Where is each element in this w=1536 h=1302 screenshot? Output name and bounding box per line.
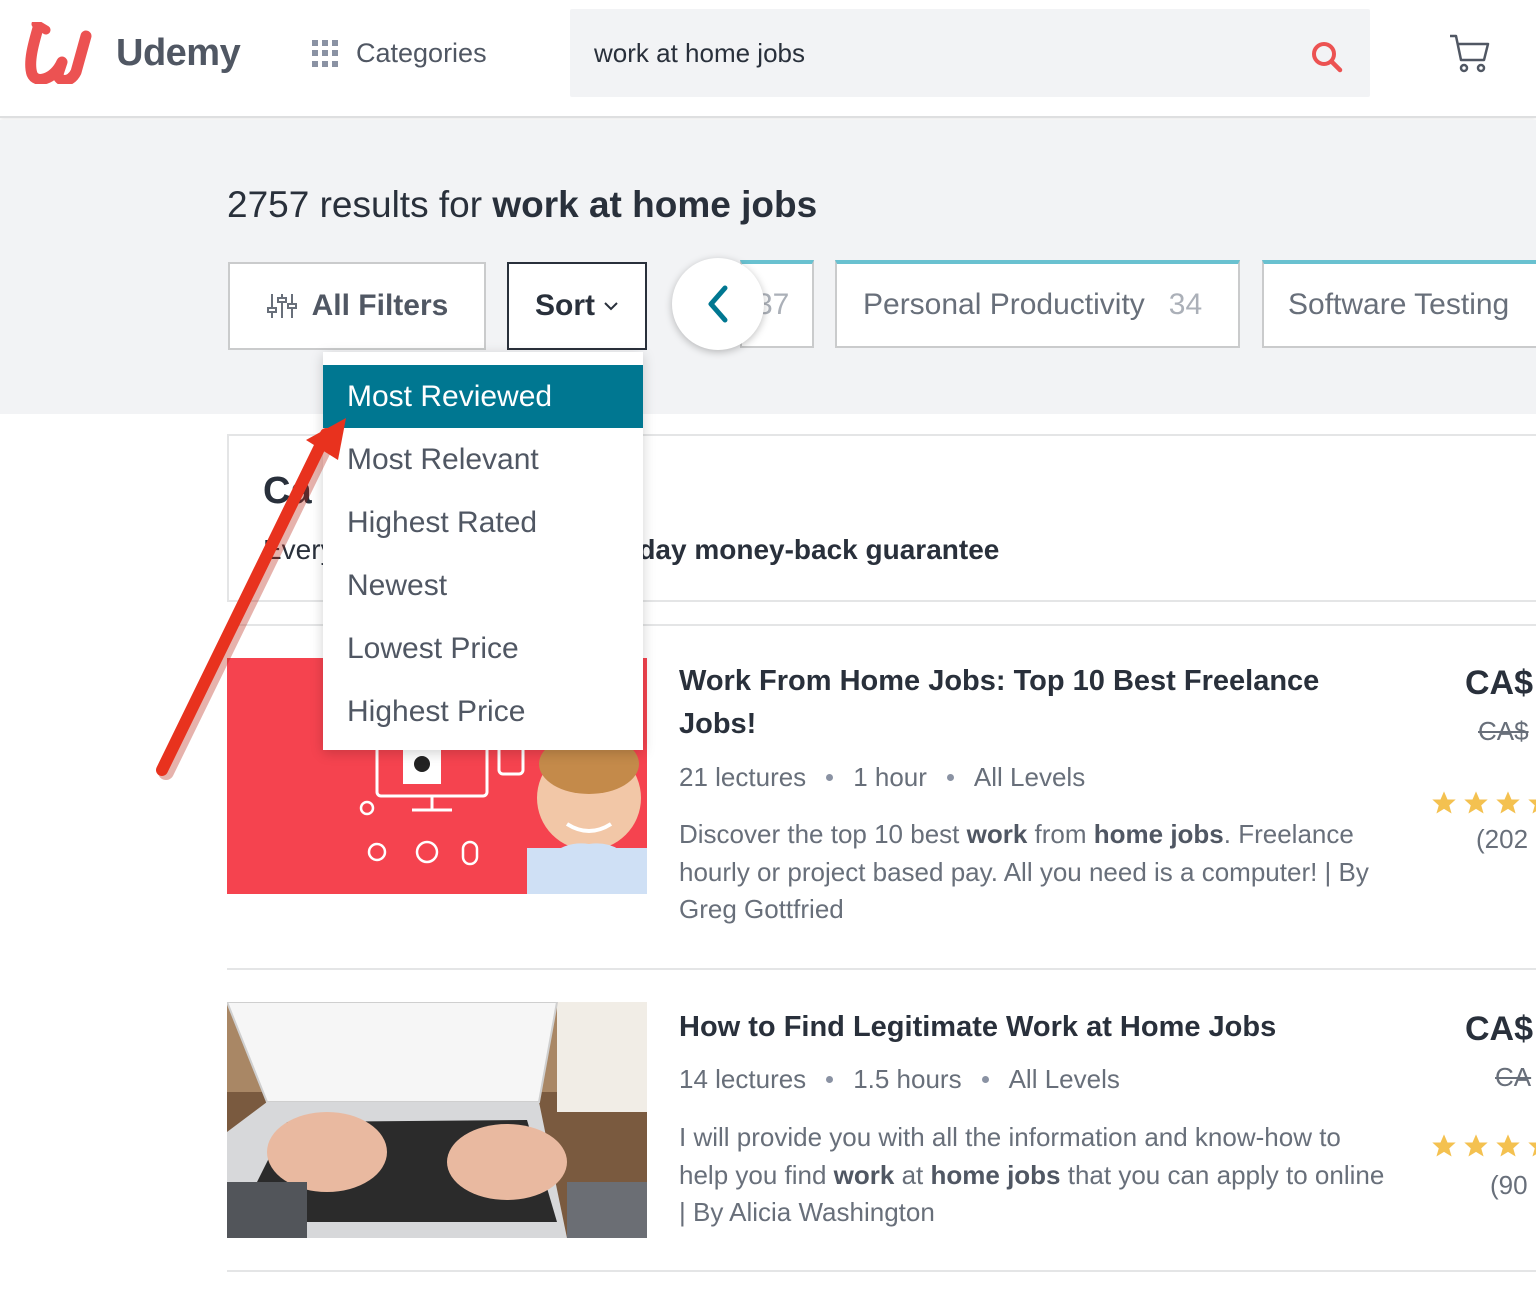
course-title[interactable]: How to Find Legitimate Work at Home Jobs: [679, 1006, 1379, 1049]
categories-label: Categories: [356, 38, 487, 68]
star-icon: [1432, 791, 1456, 814]
chevron-left-icon: [708, 285, 728, 323]
star-icon: [1464, 791, 1488, 814]
brand-name: Udemy: [116, 31, 241, 74]
course-duration: 1.5 hours: [853, 1064, 962, 1094]
topic-pill-label: Software Testing: [1288, 288, 1510, 321]
chevron-down-icon: [604, 302, 618, 311]
star-icon: [1528, 1142, 1536, 1157]
results-title: 2757 results for work at home jobs: [227, 184, 817, 226]
divider: [227, 968, 1536, 970]
top-header: Udemy Categories: [0, 0, 1536, 118]
rating-stars: [1430, 789, 1536, 817]
all-filters-label: All Filters: [311, 289, 449, 322]
course-price: CA$: [1465, 1010, 1534, 1048]
topic-pill-personal-productivity[interactable]: Personal Productivity 34: [835, 260, 1240, 348]
sort-option-highest-rated[interactable]: Highest Rated: [323, 491, 643, 554]
notice-guarantee-text: -day money-back guarantee: [629, 534, 1000, 565]
search-bar: [570, 9, 1370, 97]
notice-title: Ca: [263, 470, 312, 512]
all-filters-button[interactable]: All Filters: [228, 262, 486, 350]
separator-dot: [946, 774, 954, 781]
sort-option-most-reviewed[interactable]: Most Reviewed: [323, 365, 643, 428]
sort-option-highest-price[interactable]: Highest Price: [323, 680, 643, 743]
star-icon: [1464, 1134, 1488, 1157]
results-prefix: results for: [319, 184, 483, 225]
topic-pill-label: Personal Productivity: [863, 288, 1145, 321]
review-count: (90: [1490, 1170, 1528, 1200]
sort-option-most-relevant[interactable]: Most Relevant: [323, 428, 643, 491]
course-meta: 21 lectures 1 hour All Levels: [679, 762, 1085, 793]
rating-stars: [1430, 1132, 1536, 1160]
course-original-price: CA: [1495, 1062, 1532, 1092]
results-count: 2757: [227, 184, 310, 225]
sliders-icon: [266, 294, 297, 318]
topic-pill-count: 34: [1168, 288, 1203, 321]
separator-dot: [826, 774, 834, 781]
course-thumbnail-image: [227, 1002, 647, 1238]
course-lectures: 21 lectures: [679, 762, 807, 792]
cart-icon[interactable]: [1448, 32, 1492, 76]
sort-option-newest[interactable]: Newest: [323, 554, 643, 617]
results-query: work at home jobs: [492, 184, 818, 225]
sort-dropdown-menu: Most Reviewed Most Relevant Highest Rate…: [323, 352, 643, 750]
separator-dot: [826, 1076, 834, 1083]
grid-icon: [312, 39, 340, 68]
course-description: I will provide you with all the informat…: [679, 1122, 1385, 1227]
udemy-u-logo-icon: [25, 22, 92, 84]
course-title[interactable]: Work From Home Jobs: Top 10 Best Freelan…: [679, 660, 1379, 746]
sort-button[interactable]: Sort: [507, 262, 647, 350]
sort-label: Sort: [535, 289, 595, 322]
course-price: CA$: [1465, 664, 1534, 702]
topic-pill-software-testing[interactable]: Software Testing: [1262, 260, 1536, 348]
course-original-price: CA$: [1478, 716, 1529, 746]
star-icon: [1496, 1134, 1520, 1157]
course-duration: 1 hour: [853, 762, 927, 792]
course-thumbnail: [227, 1002, 647, 1238]
star-icon: [1432, 1134, 1456, 1157]
carousel-prev-button[interactable]: [672, 258, 764, 350]
course-meta: 14 lectures 1.5 hours All Levels: [679, 1064, 1120, 1095]
course-lectures: 14 lectures: [679, 1064, 807, 1094]
course-level: All Levels: [1008, 1064, 1120, 1094]
sort-option-lowest-price[interactable]: Lowest Price: [323, 617, 643, 680]
course-level: All Levels: [973, 762, 1086, 792]
separator-dot: [981, 1076, 989, 1083]
search-input[interactable]: [594, 31, 1274, 75]
course-description: Discover the top 10 best work from home …: [679, 819, 1369, 924]
star-icon: [1496, 791, 1520, 814]
course-card[interactable]: How to Find Legitimate Work at Home Jobs…: [227, 1002, 1536, 1302]
categories-menu[interactable]: Categories: [312, 38, 487, 69]
review-count: (202: [1476, 824, 1529, 854]
search-icon[interactable]: [1310, 40, 1344, 74]
star-icon: [1528, 799, 1536, 814]
udemy-logo[interactable]: Udemy: [24, 22, 241, 84]
